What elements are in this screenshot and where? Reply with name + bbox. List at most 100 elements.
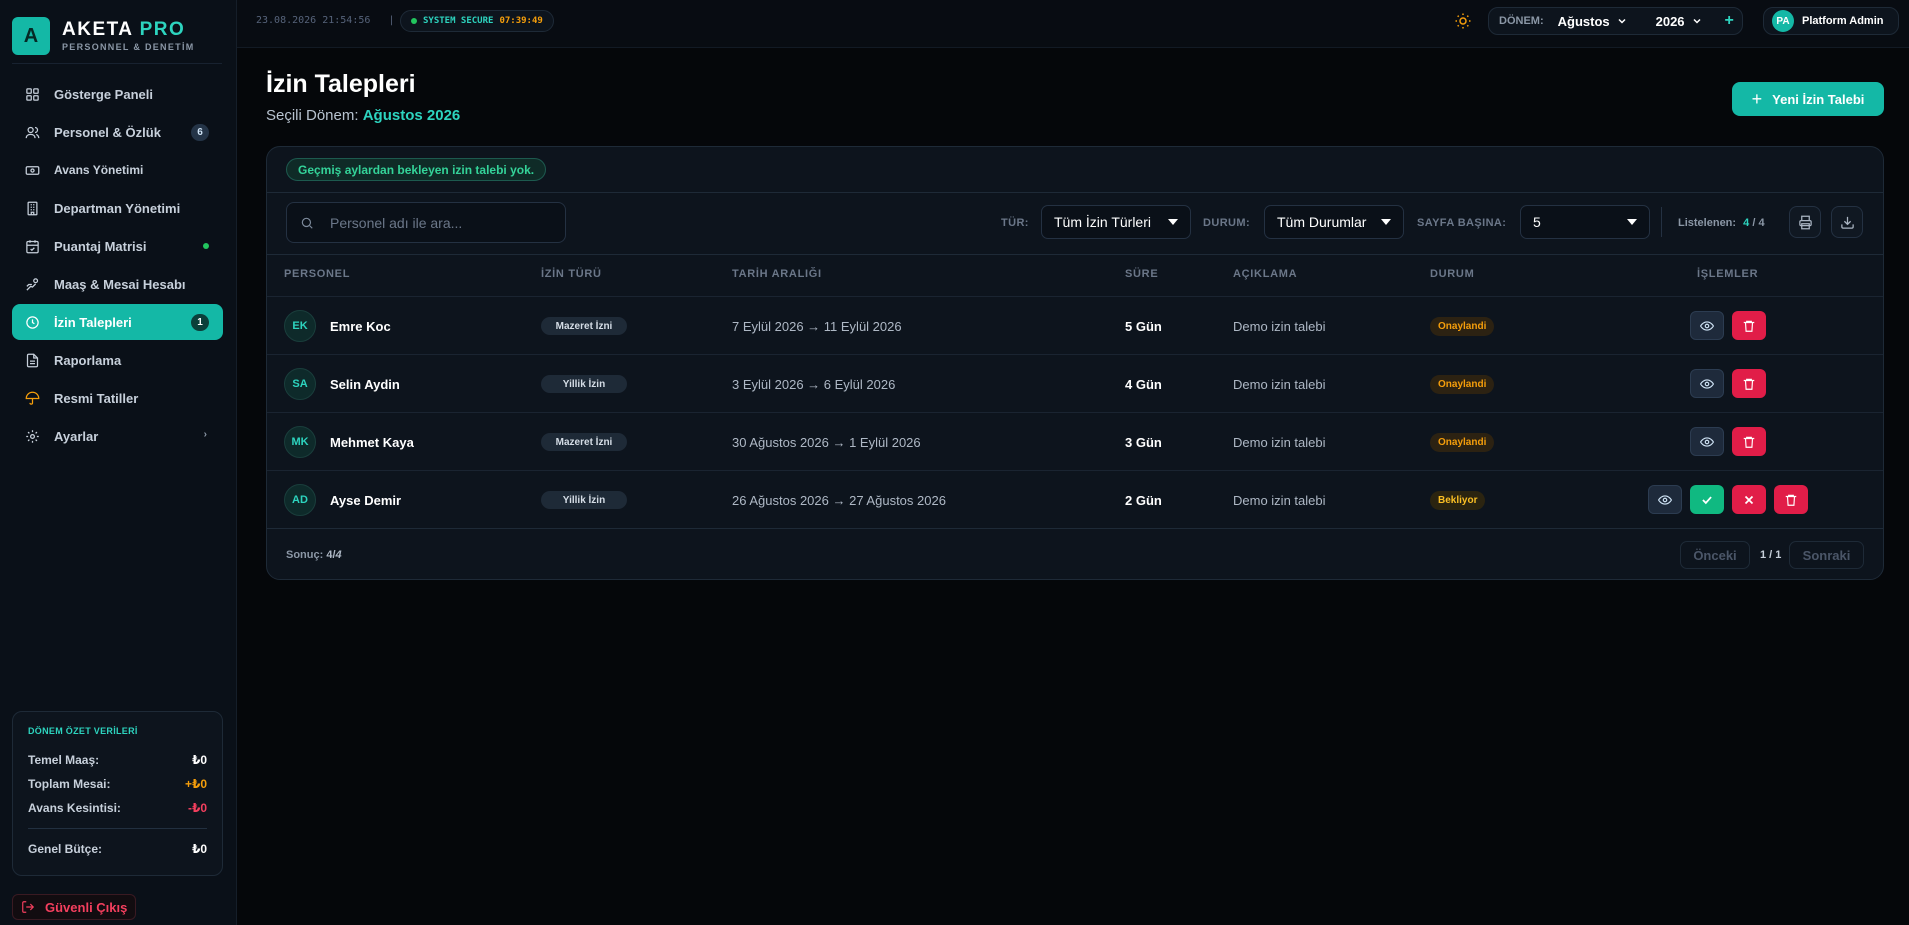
result-total: 4 <box>335 549 342 561</box>
user-menu[interactable]: PA Platform Admin <box>1763 7 1899 35</box>
check-icon <box>1702 495 1712 504</box>
banknote-icon <box>24 162 40 178</box>
page-size-select[interactable]: 5 <box>1520 205 1650 239</box>
logout-label: Güvenli Çıkış <box>45 899 128 915</box>
avatar: MK <box>284 426 316 458</box>
summary-value: ₺0 <box>191 753 207 767</box>
brand-name: AKETA PRO <box>62 20 195 40</box>
delete-button[interactable] <box>1732 427 1766 456</box>
sidebar-item-leave-requests[interactable]: İzin Talepleri 1 <box>12 304 223 340</box>
delete-button[interactable] <box>1774 485 1808 514</box>
personnel-name: Selin Aydin <box>330 377 400 392</box>
view-button[interactable] <box>1690 311 1724 340</box>
view-button[interactable] <box>1648 485 1682 514</box>
date-range: 30 Ağustos 2026 → 1 Eylül 2026 <box>732 435 921 450</box>
leave-count-badge: 1 <box>191 314 209 331</box>
grid-icon <box>24 86 40 102</box>
duration: 2 Gün <box>1125 493 1162 508</box>
building-icon <box>24 200 40 216</box>
summary-label: Temel Maaş: <box>28 753 100 767</box>
summary-row-overtime: Toplam Mesai: +₺0 <box>28 772 207 796</box>
sidebar-item-departments[interactable]: Departman Yönetimi <box>12 190 223 226</box>
approve-button[interactable] <box>1690 485 1724 514</box>
summary-row-base-salary: Temel Maaş: ₺0 <box>28 748 207 772</box>
table-row: EK Emre Koc Mazeret İzni 7 Eylül 2026 → … <box>267 296 1883 354</box>
sidebar-item-label: Resmi Tatiller <box>54 390 139 406</box>
date-range: 26 Ağustos 2026 → 27 Ağustos 2026 <box>732 493 946 508</box>
duration: 4 Gün <box>1125 377 1162 392</box>
summary-value: ₺0 <box>191 842 207 856</box>
page-info: 1 / 1 <box>1760 549 1782 561</box>
month-select[interactable]: Ağustos <box>1558 14 1628 29</box>
user-name: Platform Admin <box>1802 15 1884 27</box>
status-dot <box>203 243 209 249</box>
umbrella-icon <box>24 390 40 406</box>
type-filter-value: Tüm İzin Türleri <box>1054 214 1151 230</box>
add-period-button[interactable]: + <box>1725 12 1734 30</box>
datetime-readout: 23.08.2026 21:54:56 | <box>256 15 394 26</box>
period-label: DÖNEM: <box>1499 15 1544 27</box>
filters-divider <box>267 254 1883 255</box>
date-range: 7 Eylül 2026 → 11 Eylül 2026 <box>732 319 902 334</box>
caret-down-icon <box>1168 219 1178 225</box>
eye-icon <box>1700 378 1714 389</box>
period-selector: DÖNEM: Ağustos 2026 + <box>1488 7 1743 35</box>
listed-number: 4 <box>1743 217 1750 229</box>
download-button[interactable] <box>1831 206 1863 238</box>
subtitle-prefix: Seçili Dönem: <box>266 107 359 124</box>
logout-button[interactable]: Güvenli Çıkış <box>12 894 137 920</box>
view-button[interactable] <box>1690 369 1724 398</box>
sidebar-item-payroll[interactable]: Maaş & Mesai Hesabı <box>12 266 223 302</box>
personnel-count-badge: 6 <box>191 124 209 141</box>
year-select[interactable]: 2026 <box>1656 14 1703 29</box>
year-value: 2026 <box>1655 13 1685 29</box>
sidebar-item-holidays[interactable]: Resmi Tatiller <box>12 380 223 416</box>
print-button[interactable] <box>1789 206 1821 238</box>
column-header-duration: SÜRE <box>1125 268 1159 280</box>
status-badge: Bekliyor <box>1430 491 1486 510</box>
view-button[interactable] <box>1690 427 1724 456</box>
printer-icon <box>1798 215 1812 229</box>
sidebar-item-label: Ayarlar <box>54 428 99 444</box>
sidebar-item-advances[interactable]: Avans Yönetimi <box>12 152 223 188</box>
result-label: Sonuç: <box>286 549 324 561</box>
sidebar-item-attendance[interactable]: Puantaj Matrisi <box>12 228 223 264</box>
duration: 5 Gün <box>1125 319 1162 334</box>
table-footer-divider <box>267 528 1883 529</box>
brand[interactable]: A AKETA PRO PERSONNEL & DENETİM <box>12 17 195 55</box>
filter-divider <box>1661 207 1662 237</box>
notice-divider <box>267 192 1883 193</box>
sidebar-item-dashboard[interactable]: Gösterge Paneli <box>12 76 223 112</box>
sidebar-item-settings[interactable]: Ayarlar › <box>12 418 223 454</box>
period-summary-card: DÖNEM ÖZET VERİLERİ Temel Maaş: ₺0 Topla… <box>12 711 223 876</box>
clock-icon <box>24 314 40 330</box>
summary-row-total-budget: Genel Bütçe: ₺0 <box>28 837 207 861</box>
close-icon <box>1744 495 1754 504</box>
status-filter-select[interactable]: Tüm Durumlar <box>1264 205 1404 239</box>
summary-label: Avans Kesintisi: <box>28 801 121 815</box>
theme-toggle-sun-icon[interactable] <box>1454 12 1472 30</box>
month-value: Ağustos <box>1557 13 1610 29</box>
previous-page-button[interactable]: Önceki <box>1680 541 1750 569</box>
delete-button[interactable] <box>1732 311 1766 340</box>
next-page-button[interactable]: Sonraki <box>1789 541 1864 569</box>
plus-icon: + <box>1751 88 1763 109</box>
column-header-personnel: PERSONEL <box>284 268 351 280</box>
brand-subtitle: PERSONNEL & DENETİM <box>62 42 195 52</box>
summary-label: Genel Bütçe: <box>28 842 103 856</box>
avatar: PA <box>1772 10 1794 32</box>
new-leave-request-button[interactable]: + Yeni İzin Talebi <box>1732 82 1884 116</box>
sidebar-item-personnel[interactable]: Personel & Özlük 6 <box>12 114 223 150</box>
type-filter-select[interactable]: Tüm İzin Türleri <box>1041 205 1191 239</box>
sidebar-item-label: Puantaj Matrisi <box>54 238 147 254</box>
search-input[interactable]: Personel adı ile ara... <box>286 202 566 243</box>
reject-button[interactable] <box>1732 485 1766 514</box>
listed-label: Listelenen: <box>1678 217 1737 229</box>
column-header-actions: İŞLEMLER <box>1697 268 1759 280</box>
delete-button[interactable] <box>1732 369 1766 398</box>
description: Demo izin talebi <box>1233 493 1326 508</box>
avatar: SA <box>284 368 316 400</box>
status-badge: Onaylandi <box>1430 375 1495 394</box>
selected-period: Ağustos 2026 <box>362 107 461 124</box>
sidebar-item-reports[interactable]: Raporlama <box>12 342 223 378</box>
